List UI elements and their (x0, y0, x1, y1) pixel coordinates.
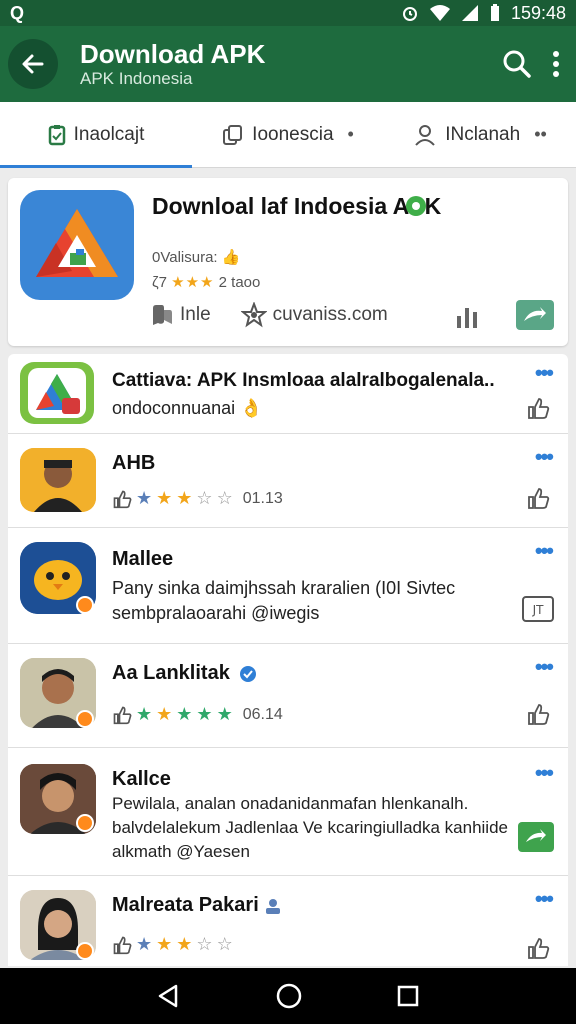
app-icon (20, 190, 134, 300)
more-icon[interactable]: ••• (535, 886, 554, 912)
tab-2-dot: • (347, 124, 354, 144)
more-icon[interactable]: ••• (535, 444, 554, 470)
more-icon[interactable]: ••• (535, 654, 554, 680)
avatar (20, 448, 96, 512)
item-rating: ★ ★ ★ ☆ ☆ 01.13 (112, 488, 283, 509)
item-title: AHB (112, 452, 156, 474)
tab-1-label: Inaolcajt (73, 123, 145, 145)
list-item[interactable]: Malreata Pakari ★ ★ ★ ☆ ☆ ••• (8, 876, 568, 966)
wifi-icon (429, 5, 450, 21)
list-item[interactable]: Kallce Pewilala, analan onadanidanmafan … (8, 748, 568, 876)
battery-icon (490, 4, 499, 21)
list-item[interactable]: AHB ★ ★ ★ ☆ ☆ 01.13 ••• (8, 434, 568, 528)
more-icon[interactable]: ••• (535, 538, 554, 564)
status-left-icon: Q (10, 2, 25, 23)
item-desc: Pany sinka daimjhssah kraralien (I0I Siv… (112, 578, 456, 623)
alarm-icon (402, 7, 417, 21)
item-desc: ondoconnuanai 👌 (112, 398, 263, 418)
page-subtitle: APK Indonesia (80, 69, 193, 88)
nav-back-icon[interactable] (156, 983, 182, 1009)
tab-1[interactable]: Inaolcajt (0, 102, 192, 168)
arrow-left-icon (22, 54, 44, 74)
clipboard-icon (48, 124, 65, 145)
tab-3-label: INclanah (445, 123, 521, 145)
share-arrow-icon (524, 307, 546, 321)
page-title: Download APK (80, 39, 266, 69)
person-icon (415, 124, 435, 146)
badge-icon (76, 814, 94, 832)
list-item[interactable]: Cattiava: APK Insmloaa alalralbogalenala… (8, 354, 568, 434)
translate-icon[interactable]: JT (522, 596, 554, 622)
item-title: Aa Lanklitak (112, 662, 257, 685)
svg-text:JT: JT (532, 603, 545, 617)
verified-icon (240, 665, 257, 682)
share-button[interactable] (516, 300, 554, 330)
item-rating: ★ ★ ★ ☆ ☆ (112, 934, 233, 955)
tab-bar: Inaolcajt Ioonescia • INclanah •• (0, 102, 576, 168)
app-bar: Download APK APK Indonesia (0, 26, 576, 102)
badge-icon (76, 596, 94, 614)
thumb-up-icon (113, 936, 132, 954)
search-icon[interactable] (502, 49, 532, 79)
badge-icon (76, 710, 94, 728)
nav-recents-icon[interactable] (396, 984, 420, 1008)
app-list: Cattiava: APK Insmloaa alalralbogalenala… (8, 354, 568, 966)
tab-3[interactable]: INclanah •• (384, 102, 576, 167)
item-title: Malreata Pakari (112, 894, 282, 917)
signal-icon (461, 5, 478, 21)
chat-bubble-icon (153, 305, 172, 325)
featured-app-rating: ζ7 ★★★ 2 taoo (152, 274, 261, 291)
app-icon (20, 362, 94, 424)
back-button[interactable] (8, 39, 58, 89)
more-icon[interactable]: ••• (535, 760, 554, 786)
system-nav-bar (0, 968, 576, 1024)
item-desc: Pewilala, analan onadanidanmafan hlenkan… (112, 794, 508, 861)
item-rating: ★ ★ ★ ★ ★ 06.14 (112, 704, 283, 725)
featured-app-meta: 0Valisura: 👍 (152, 249, 241, 266)
copy-icon (223, 124, 243, 145)
status-bar: Q 159:48 (0, 0, 576, 26)
verified-icon (406, 196, 426, 216)
nav-home-icon[interactable] (275, 982, 303, 1010)
more-icon[interactable]: ••• (535, 360, 554, 386)
tab-3-dots: •• (534, 124, 547, 144)
bar-chart-icon[interactable] (454, 304, 480, 330)
rating-stars: ★★★ (171, 274, 215, 291)
thumb-up-icon[interactable] (526, 396, 550, 420)
item-title: Kallce (112, 768, 171, 790)
item-title: Mallee (112, 548, 174, 570)
list-item[interactable]: Mallee Pany sinka daimjhssah kraralien (… (8, 528, 568, 644)
person-badge-icon (266, 898, 281, 914)
featured-app-title: Downloal laf Indoesia APK (152, 193, 442, 219)
drive-logo-icon (36, 209, 118, 277)
feature-action-2[interactable]: cuvaniss.com (240, 302, 388, 328)
thumb-up-icon (113, 490, 132, 508)
thumb-up-icon[interactable] (526, 702, 550, 726)
status-time: 159:48 (510, 2, 566, 23)
featured-app-card[interactable]: Downloal laf Indoesia APK 0Valisura: 👍 ζ… (8, 178, 568, 346)
share-button[interactable] (518, 822, 554, 852)
item-title: Cattiava: APK Insmloaa alalralbogalenala… (112, 370, 495, 391)
thumb-up-icon[interactable] (526, 486, 550, 510)
more-vert-icon[interactable] (552, 50, 560, 78)
thumb-up-icon (113, 706, 132, 724)
tab-2[interactable]: Ioonescia • (192, 102, 384, 167)
list-item[interactable]: Aa Lanklitak ★ ★ ★ ★ ★ 06.14 ••• (8, 644, 568, 748)
feature-action-1[interactable]: Inle (150, 304, 211, 326)
share-arrow-icon (526, 829, 546, 842)
badge-icon (76, 942, 94, 960)
thumb-up-icon[interactable] (526, 936, 550, 960)
star-badge-icon (240, 302, 267, 328)
tab-2-label: Ioonescia (252, 123, 334, 145)
